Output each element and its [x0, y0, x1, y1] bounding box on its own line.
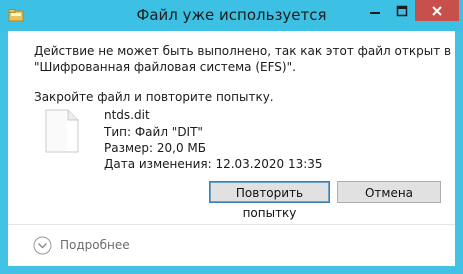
message-line-3: Закройте файл и повторите попытку.: [34, 90, 274, 104]
maximize-button[interactable]: [388, 0, 415, 21]
chevron-down-circle-icon[interactable]: [33, 236, 52, 255]
more-details-link[interactable]: Подробнее: [60, 238, 130, 252]
retry-button[interactable]: Повторить попытку: [209, 181, 330, 220]
message-line-2: "Шифрованная файловая система (EFS)".: [34, 60, 296, 74]
close-button[interactable]: [415, 0, 459, 21]
minimize-icon: [369, 11, 380, 14]
cancel-button[interactable]: Отмена: [337, 181, 441, 203]
file-name: ntds.dit: [104, 108, 150, 122]
close-icon: [432, 5, 442, 16]
file-size: Размер: 20,0 МБ: [104, 141, 206, 155]
file-type: Тип: Файл "DIT": [104, 125, 203, 139]
minimize-button[interactable]: [361, 0, 388, 21]
maximize-icon: [396, 5, 407, 16]
file-modified: Дата изменения: 12.03.2020 13:35: [104, 157, 323, 171]
footer: Подробнее: [8, 225, 455, 266]
message-line-1: Действие не может быть выполнено, так ка…: [34, 44, 452, 58]
dialog-window: Файл уже используется Действие не может …: [0, 0, 463, 274]
title-bar[interactable]: Файл уже используется: [0, 0, 463, 31]
dialog-content: Действие не может быть выполнено, так ка…: [8, 31, 455, 266]
document-icon: [45, 109, 79, 153]
